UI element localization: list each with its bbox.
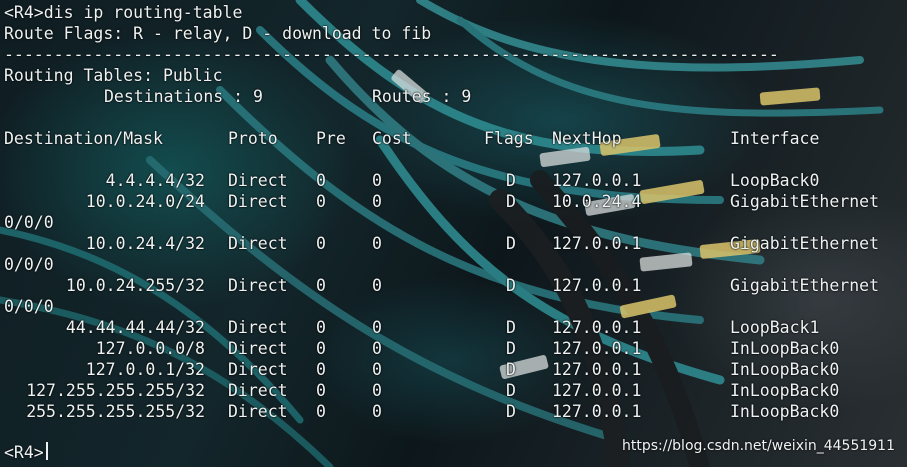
cell-iface: LoopBack1 (730, 318, 820, 337)
header-interface: Interface (730, 129, 820, 148)
cell-flags: D (506, 381, 516, 400)
cell-proto: Direct (228, 276, 288, 295)
cell-cost: 0 (372, 339, 382, 358)
cell-cost: 0 (372, 171, 382, 190)
routes-count: Routes : 9 (372, 87, 472, 106)
cell-iface: InLoopBack0 (730, 339, 840, 358)
header-pre: Pre (316, 129, 346, 148)
cell-cost: 0 (372, 360, 382, 379)
cell-dest: 10.0.24.0/24 (85, 192, 205, 211)
cell-iface: InLoopBack0 (730, 402, 840, 421)
cell-cost: 0 (372, 318, 382, 337)
cell-cost: 0 (372, 402, 382, 421)
watermark-url: https://blog.csdn.net/weixin_44551911 (621, 438, 895, 454)
header-flags: Flags (484, 129, 534, 148)
cell-flags: D (506, 234, 516, 253)
cell-nexthop: 127.0.0.1 (552, 318, 642, 337)
header-nexthop: NextHop (552, 129, 622, 148)
cell-flags: D (506, 318, 516, 337)
cell-proto: Direct (228, 318, 288, 337)
cell-flags: D (506, 360, 516, 379)
header-destination: Destination/Mask (4, 129, 163, 148)
cell-proto: Direct (228, 339, 288, 358)
separator-line: ----------------------------------------… (4, 45, 779, 64)
cell-nexthop: 127.0.0.1 (552, 402, 642, 421)
cell-pre: 0 (316, 192, 326, 211)
cell-cost: 0 (372, 192, 382, 211)
cell-pre: 0 (316, 381, 326, 400)
cell-nexthop: 127.0.0.1 (552, 276, 642, 295)
cell-pre: 0 (316, 234, 326, 253)
cell-pre: 0 (316, 318, 326, 337)
cell-iface: GigabitEthernet (730, 192, 880, 211)
cell-dest: 127.255.255.255/32 (26, 381, 205, 400)
cell-interface-wrap: 0/0/0 (4, 255, 54, 274)
cell-iface: LoopBack0 (730, 171, 820, 190)
cell-nexthop: 127.0.0.1 (552, 381, 642, 400)
cell-dest: 4.4.4.4/32 (105, 171, 205, 190)
cell-proto: Direct (228, 402, 288, 421)
cell-iface: GigabitEthernet (730, 276, 880, 295)
cell-nexthop: 127.0.0.1 (552, 339, 642, 358)
header-proto: Proto (228, 129, 278, 148)
cell-proto: Direct (228, 360, 288, 379)
cell-pre: 0 (316, 402, 326, 421)
cell-flags: D (506, 276, 516, 295)
cell-dest: 127.0.0.1/32 (85, 360, 205, 379)
cell-dest: 10.0.24.255/32 (65, 276, 205, 295)
cell-interface-wrap: 0/0/0 (4, 297, 54, 316)
cell-cost: 0 (372, 276, 382, 295)
cell-proto: Direct (228, 192, 288, 211)
cell-proto: Direct (228, 234, 288, 253)
cell-iface: GigabitEthernet (730, 234, 880, 253)
cell-nexthop: 127.0.0.1 (552, 360, 642, 379)
cell-flags: D (506, 192, 516, 211)
cell-pre: 0 (316, 171, 326, 190)
cell-flags: D (506, 339, 516, 358)
cell-dest: 10.0.24.4/32 (85, 234, 205, 253)
cell-dest: 255.255.255.255/32 (26, 402, 205, 421)
cell-nexthop: 127.0.0.1 (552, 171, 642, 190)
cell-pre: 0 (316, 360, 326, 379)
command-prompt-line: <R4>dis ip routing-table (4, 3, 243, 22)
cell-interface-wrap: 0/0/0 (4, 213, 54, 232)
route-flags-legend: Route Flags: R - relay, D - download to … (4, 24, 432, 43)
header-cost: Cost (372, 129, 412, 148)
cell-flags: D (506, 171, 516, 190)
cell-proto: Direct (228, 171, 288, 190)
cell-pre: 0 (316, 339, 326, 358)
cell-iface: InLoopBack0 (730, 360, 840, 379)
command-prompt-bottom: <R4> (4, 443, 44, 462)
cell-cost: 0 (372, 234, 382, 253)
cell-cost: 0 (372, 381, 382, 400)
cell-nexthop: 127.0.0.1 (552, 234, 642, 253)
destinations-count: Destinations : 9 (104, 87, 263, 106)
cell-pre: 0 (316, 276, 326, 295)
routing-table-name: Routing Tables: Public (4, 66, 223, 85)
cell-iface: InLoopBack0 (730, 381, 840, 400)
cell-nexthop: 10.0.24.4 (552, 192, 642, 211)
cell-proto: Direct (228, 381, 288, 400)
text-cursor (46, 442, 48, 460)
cell-dest: 127.0.0.0/8 (95, 339, 205, 358)
terminal-window[interactable]: <R4>dis ip routing-table Route Flags: R … (0, 0, 907, 467)
cell-flags: D (506, 402, 516, 421)
cell-dest: 44.44.44.44/32 (65, 318, 205, 337)
